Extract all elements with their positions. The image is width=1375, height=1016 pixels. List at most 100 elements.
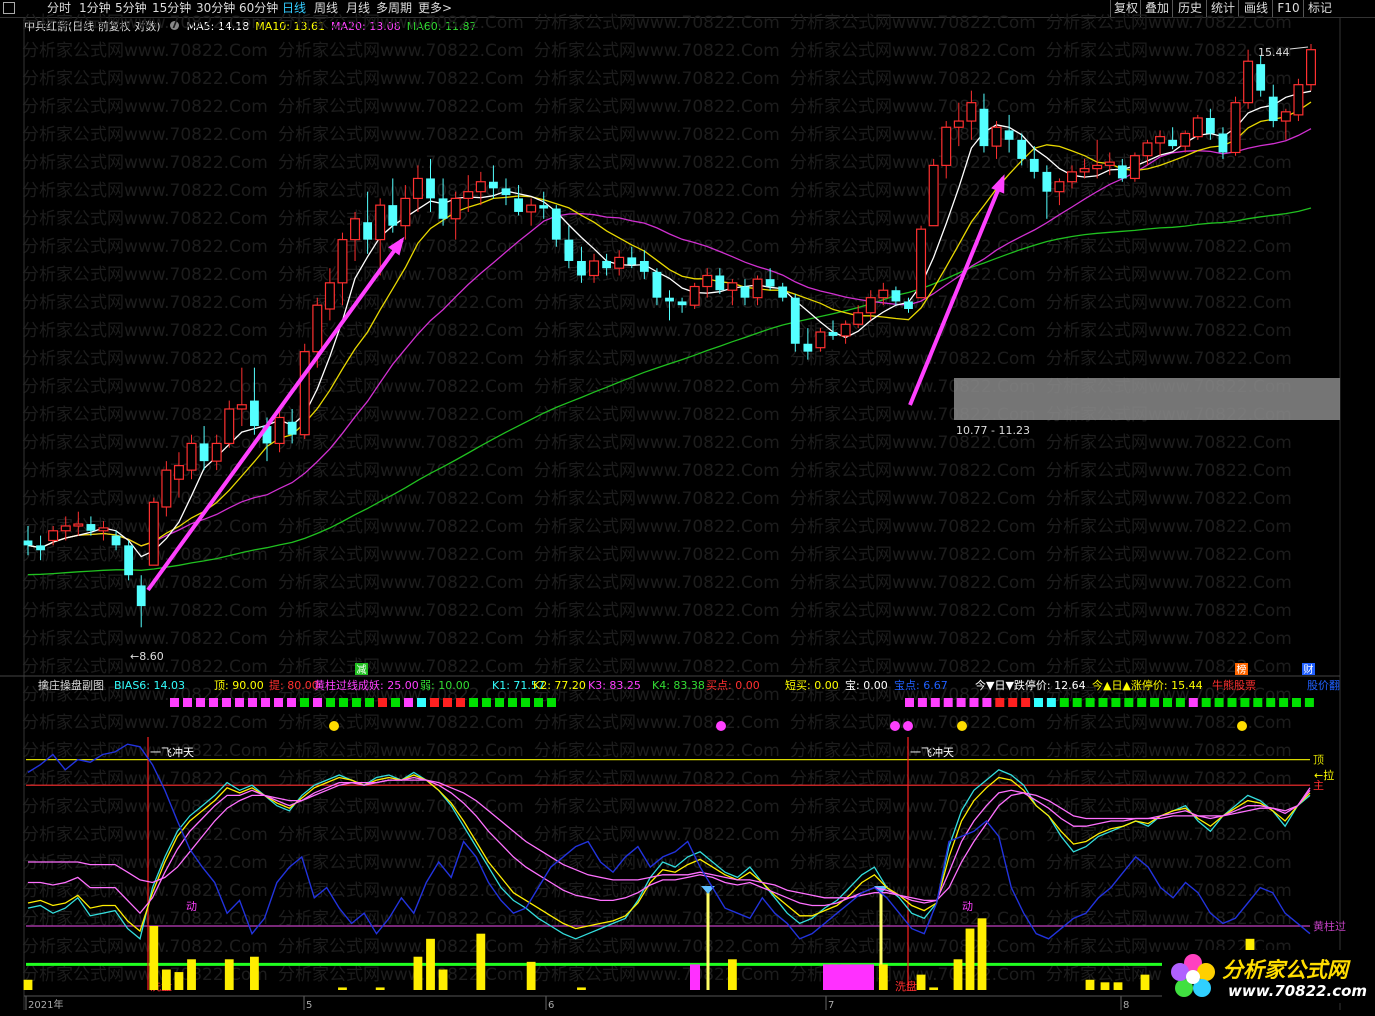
logo-url: www.70822.com <box>1228 982 1368 1000</box>
watermark-text: 分析家公式网www.70822.Com <box>278 41 524 61</box>
x-tick-label: 6 <box>548 1000 554 1011</box>
watermark-text: 分析家公式网www.70822.Com <box>22 181 268 201</box>
volume-bar <box>338 987 347 990</box>
watermark-text: 分析家公式网www.70822.Com <box>22 825 268 845</box>
watermark-text: 分析家公式网www.70822.Com <box>278 517 524 537</box>
watermark-text: 分析家公式网www.70822.Com <box>278 405 524 425</box>
watermark-text: 分析家公式网www.70822.Com <box>278 349 524 369</box>
watermark-text: 分析家公式网www.70822.Com <box>534 853 780 873</box>
watermark-text: 分析家公式网www.70822.Com <box>790 97 1036 117</box>
watermark-text: 分析家公式网www.70822.Com <box>1046 69 1292 89</box>
watermark-text: 分析家公式网www.70822.Com <box>278 881 524 901</box>
watermark-text: 分析家公式网www.70822.Com <box>278 461 524 481</box>
indicator-value: 宝点: 6.67 <box>894 679 948 692</box>
watermark-text: 分析家公式网www.70822.Com <box>22 629 268 649</box>
watermark-text: 分析家公式网www.70822.Com <box>790 41 1036 61</box>
watermark-text: 分析家公式网www.70822.Com <box>1046 153 1292 173</box>
watermark-text: 分析家公式网www.70822.Com <box>790 265 1036 285</box>
watermark-text: 分析家公式网www.70822.Com <box>1046 293 1292 313</box>
level-label: 黄柱过 <box>1313 919 1346 933</box>
watermark-text: 分析家公式网www.70822.Com <box>790 461 1036 481</box>
watermark-text: 分析家公式网www.70822.Com <box>534 741 780 761</box>
watermark-text: 分析家公式网www.70822.Com <box>22 769 268 789</box>
indicator-value: 今▼日▼跌停价: 12.64 <box>975 679 1086 692</box>
watermark-text: 分析家公式网www.70822.Com <box>534 209 780 229</box>
watermark-text: 分析家公式网www.70822.Com <box>278 377 524 397</box>
x-tick-label: 5 <box>306 1000 312 1011</box>
watermark-text: 分析家公式网www.70822.Com <box>790 825 1036 845</box>
watermark-text: 分析家公式网www.70822.Com <box>22 433 268 453</box>
watermark-text: 分析家公式网www.70822.Com <box>22 209 268 229</box>
watermark-text: 分析家公式网www.70822.Com <box>534 461 780 481</box>
side-label: ←拉 <box>1314 768 1334 782</box>
watermark-text: 分析家公式网www.70822.Com <box>534 881 780 901</box>
volume-bar <box>929 987 939 990</box>
watermark-text: 分析家公式网www.70822.Com <box>1046 657 1292 677</box>
indicator-value: 牛熊股票 <box>1212 679 1256 692</box>
watermark-text: 分析家公式网www.70822.Com <box>534 97 780 117</box>
watermark-text: 分析家公式网www.70822.Com <box>22 265 268 285</box>
watermark-text: 分析家公式网www.70822.Com <box>534 797 780 817</box>
indicator-value: 宝: 0.00 <box>845 679 888 692</box>
indicator-value: 提: 80.00 <box>269 679 319 692</box>
watermark-text: 分析家公式网www.70822.Com <box>534 237 780 257</box>
watermark-text: 分析家公式网www.70822.Com <box>790 517 1036 537</box>
watermark-text: 分析家公式网www.70822.Com <box>790 209 1036 229</box>
watermark-text: 分析家公式网www.70822.Com <box>790 321 1036 341</box>
watermark-text: 分析家公式网www.70822.Com <box>790 853 1036 873</box>
watermark-text: 分析家公式网www.70822.Com <box>278 293 524 313</box>
watermark-text: 分析家公式网www.70822.Com <box>1046 433 1292 453</box>
level-label: 主 <box>1313 779 1324 792</box>
watermark-text: 分析家公式网www.70822.Com <box>22 461 268 481</box>
volume-bar <box>375 987 385 990</box>
indicator-value: 短买: 0.00 <box>785 679 839 692</box>
watermark-text: 分析家公式网www.70822.Com <box>790 797 1036 817</box>
watermark-text: 分析家公式网www.70822.Com <box>278 853 524 873</box>
watermark-text: 分析家公式网www.70822.Com <box>790 769 1036 789</box>
x-tick-label: 8 <box>1123 1000 1129 1011</box>
marker-badge <box>1302 663 1315 675</box>
watermark-text: 分析家公式网www.70822.Com <box>22 965 268 985</box>
watermark-text: 分析家公式网www.70822.Com <box>1046 769 1292 789</box>
watermark-text: 分析家公式网www.70822.Com <box>790 377 1036 397</box>
watermark-text: 分析家公式网www.70822.Com <box>534 153 780 173</box>
watermark-text: 分析家公式网www.70822.Com <box>1046 881 1292 901</box>
window-menu-icon[interactable] <box>3 2 15 14</box>
watermark-text: 分析家公式网www.70822.Com <box>534 601 780 621</box>
watermark-text: 分析家公式网www.70822.Com <box>278 573 524 593</box>
watermark-text: 分析家公式网www.70822.Com <box>22 293 268 313</box>
watermark-text: 分析家公式网www.70822.Com <box>1046 741 1292 761</box>
indicator-value: 弱: 10.00 <box>420 679 470 692</box>
toolbar-button-6[interactable]: 标记 <box>1303 0 1336 17</box>
watermark-text: 分析家公式网www.70822.Com <box>278 965 524 985</box>
watermark-text: 分析家公式网www.70822.Com <box>790 601 1036 621</box>
watermark-text: 分析家公式网www.70822.Com <box>22 97 268 117</box>
watermark-text: 分析家公式网www.70822.Com <box>22 349 268 369</box>
watermark-text: 分析家公式网www.70822.Com <box>1046 489 1292 509</box>
watermark-text: 分析家公式网www.70822.Com <box>1046 601 1292 621</box>
x-tick-label: 7 <box>828 1000 834 1011</box>
watermark-text: 分析家公式网www.70822.Com <box>22 545 268 565</box>
watermark-text: 分析家公式网www.70822.Com <box>1046 97 1292 117</box>
watermark-text: 分析家公式网www.70822.Com <box>278 209 524 229</box>
watermark-text: 分析家公式网www.70822.Com <box>22 657 268 677</box>
watermark-text: 分析家公式网www.70822.Com <box>278 713 524 733</box>
watermark-text: 分析家公式网www.70822.Com <box>790 629 1036 649</box>
high-price-pointer <box>1289 46 1309 50</box>
watermark-text: 分析家公式网www.70822.Com <box>534 769 780 789</box>
signal-square <box>1292 698 1301 707</box>
watermark-text: 分析家公式网www.70822.Com <box>790 153 1036 173</box>
watermark-text: 分析家公式网www.70822.Com <box>534 657 780 677</box>
watermark-text: 分析家公式网www.70822.Com <box>22 125 268 145</box>
volume-bar <box>577 987 586 990</box>
watermark-text: 分析家公式网www.70822.Com <box>1046 13 1292 33</box>
indicator-value: K2: 77.20 <box>533 679 586 692</box>
watermark-text: 分析家公式网www.70822.Com <box>1046 265 1292 285</box>
watermark-text: 分析家公式网www.70822.Com <box>278 433 524 453</box>
watermark-text: 分析家公式网www.70822.Com <box>1046 545 1292 565</box>
watermark-text: 分析家公式网www.70822.Com <box>790 349 1036 369</box>
watermark-text: 分析家公式网www.70822.Com <box>1046 573 1292 593</box>
watermark-text: 分析家公式网www.70822.Com <box>1046 41 1292 61</box>
level-label: 顶 <box>1313 754 1324 767</box>
watermark-text: 分析家公式网www.70822.Com <box>534 13 780 33</box>
